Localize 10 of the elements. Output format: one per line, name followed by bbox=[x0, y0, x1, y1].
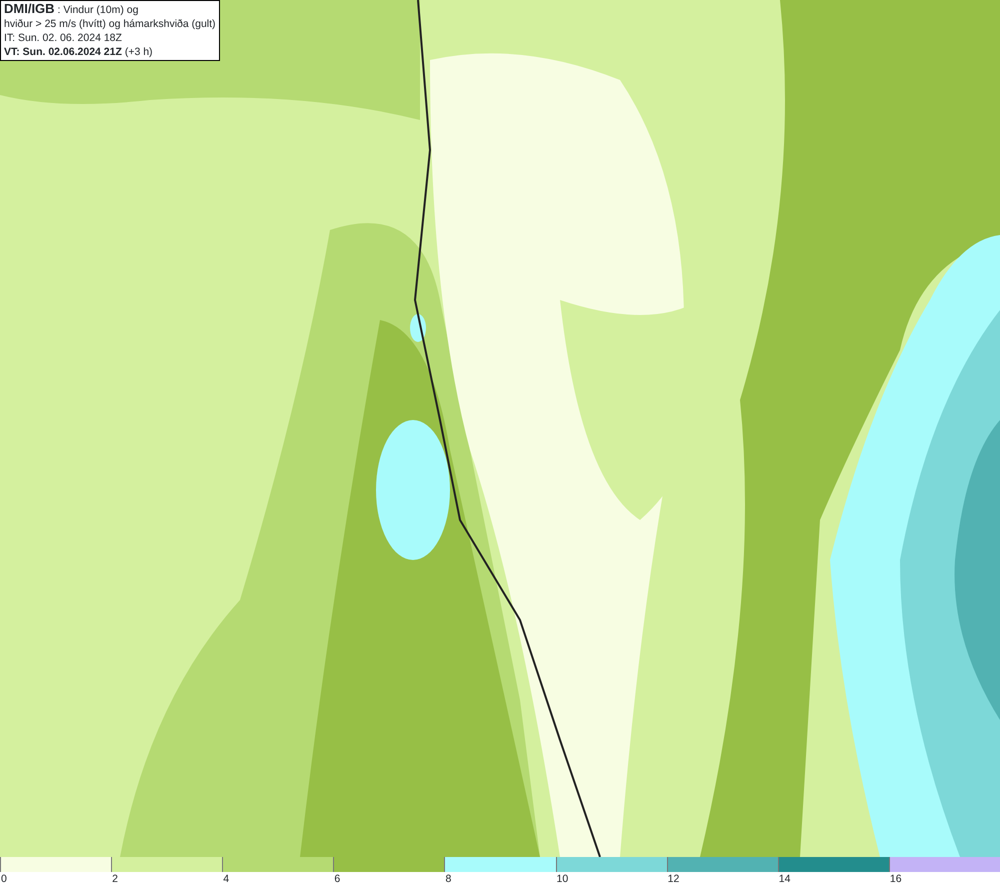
legend-label: 6 bbox=[333, 872, 340, 886]
legend-label: 8 bbox=[444, 872, 452, 886]
legend-label: 14 bbox=[778, 872, 790, 886]
legend-label: 16 bbox=[888, 872, 902, 886]
legend-label: 12 bbox=[666, 872, 680, 886]
legend-label: 0 bbox=[0, 872, 7, 886]
map-info-box: DMI/IGB : Vindur (10m) og hviður > 25 m/s (hvítt) og hámarkshviða (gult) IT: Sun. 02. 06. 2024 18Z VT: Sun. 02.06.2024 21Z (+3 h) bbox=[0, 0, 220, 61]
legend-label: 10 bbox=[556, 872, 568, 886]
legend-label: 4 bbox=[222, 872, 230, 886]
legend-label: 2 bbox=[111, 872, 118, 886]
